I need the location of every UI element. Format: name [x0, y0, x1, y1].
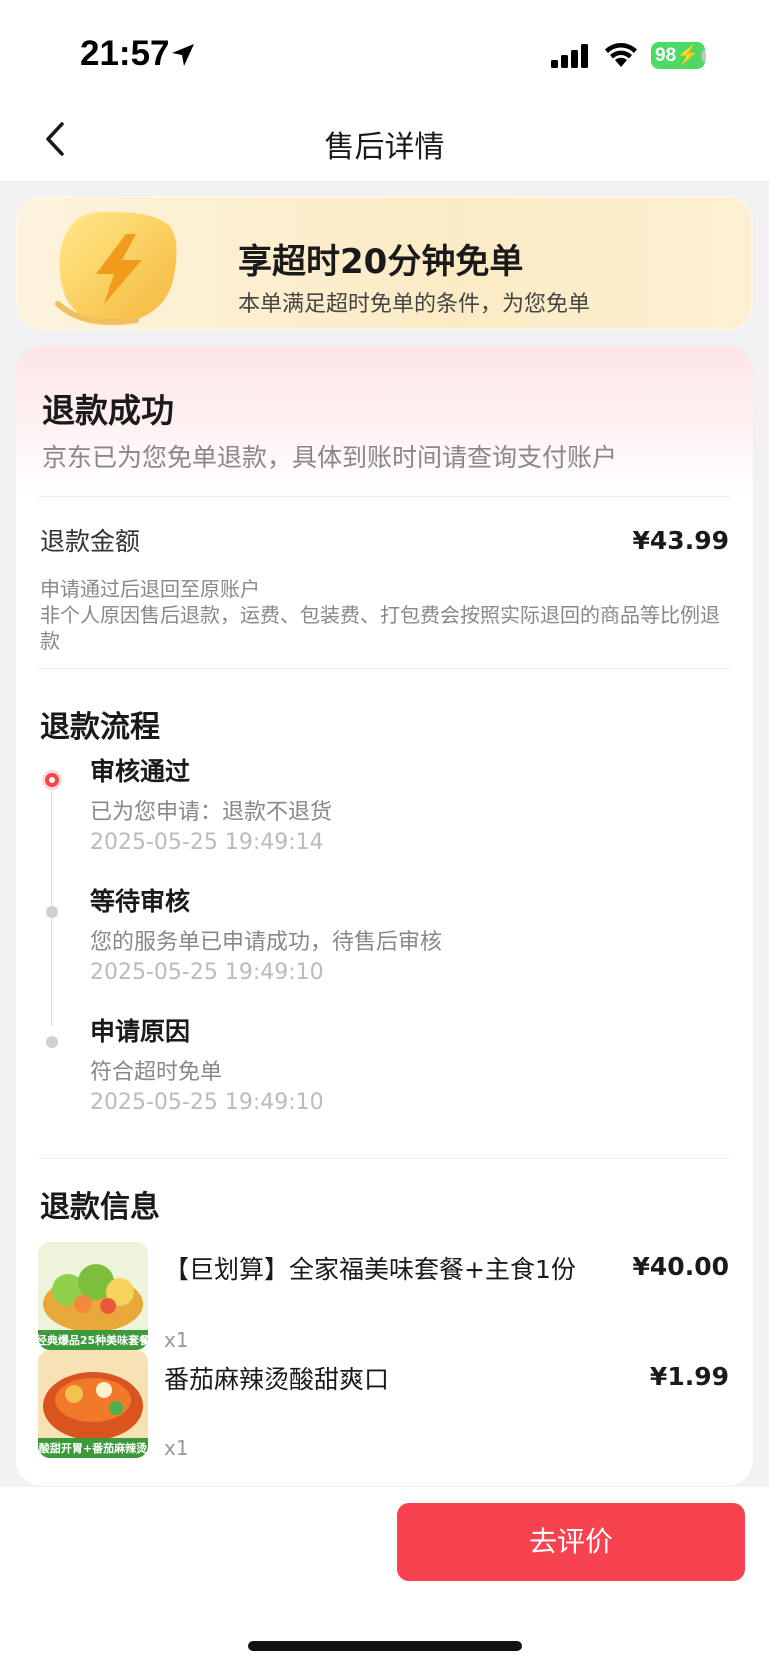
food-image-icon: 酸甜开胃+番茄麻辣烫 [38, 1350, 148, 1458]
product-price: ¥40.00 [632, 1252, 729, 1281]
status-bar: 21:57 98⚡ [0, 0, 769, 100]
signal-icon [551, 44, 588, 68]
refund-card: 退款成功 京东已为您免单退款，具体到账时间请查询支付账户 退款金额 ¥43.99… [16, 346, 753, 1486]
step-time: 2025-05-25 19:49:10 [90, 960, 324, 985]
banner-title: 享超时20分钟免单 [238, 242, 524, 282]
refund-info-title: 退款信息 [40, 1190, 160, 1225]
lightning-badge-icon [55, 211, 177, 325]
product-name[interactable]: 番茄麻辣烫酸甜爽口 [164, 1360, 389, 1396]
step-title: 等待审核 [90, 887, 191, 916]
product-thumbnail[interactable]: 经典爆品25种美味套餐 [38, 1242, 148, 1350]
status-time: 21:57 [80, 34, 170, 73]
step-time: 2025-05-25 19:49:14 [90, 830, 324, 855]
product-price: ¥1.99 [649, 1362, 729, 1391]
banner-subtitle: 本单满足超时免单的条件，为您免单 [238, 292, 591, 317]
refund-note-2: 非个人原因售后退款，运费、包装费、打包费会按照实际退回的商品等比例退款 [40, 603, 720, 653]
product-thumbnail[interactable]: 酸甜开胃+番茄麻辣烫 [38, 1350, 148, 1458]
step-desc: 您的服务单已申请成功，待售后审核 [90, 930, 443, 955]
battery-tip [702, 51, 706, 61]
step-time: 2025-05-25 19:49:10 [90, 1090, 324, 1115]
timeline-dot-active [42, 770, 62, 790]
refund-amount-value: ¥43.99 [632, 526, 729, 555]
battery-level: 98 [655, 45, 677, 66]
timeline-dot [46, 906, 58, 918]
bottom-action-bar: 去评价 [0, 1487, 769, 1665]
refund-amount-label: 退款金额 [40, 527, 141, 556]
step-title: 审核通过 [90, 757, 191, 786]
battery-icon: 98⚡ [651, 42, 705, 69]
refund-note-1: 申请通过后退回至原账户 [40, 577, 260, 601]
refund-status-title: 退款成功 [42, 391, 174, 430]
home-indicator[interactable] [248, 1641, 522, 1651]
nav-bar: 售后详情 [0, 100, 769, 182]
timeline-dot [46, 1036, 58, 1048]
step-title: 申请原因 [90, 1017, 191, 1046]
review-button[interactable]: 去评价 [397, 1503, 745, 1581]
food-image-icon: 经典爆品25种美味套餐 [38, 1242, 148, 1350]
product-quantity: x1 [164, 1436, 189, 1460]
page-title: 售后详情 [324, 130, 445, 165]
product-name[interactable]: 【巨划算】全家福美味套餐+主食1份 [164, 1250, 576, 1286]
free-order-banner: 享超时20分钟免单 本单满足超时免单的条件，为您免单 [16, 196, 753, 330]
divider [38, 496, 731, 497]
thumb-caption: 酸甜开胃+番茄麻辣烫 [39, 1441, 148, 1455]
divider [38, 668, 731, 669]
refund-status-desc: 京东已为您免单退款，具体到账时间请查询支付账户 [42, 443, 618, 472]
thumb-caption: 经典爆品25种美味套餐 [38, 1333, 148, 1347]
step-desc: 符合超时免单 [90, 1060, 223, 1085]
product-quantity: x1 [164, 1328, 189, 1352]
divider [38, 1158, 731, 1159]
step-desc: 已为您申请：退款不退货 [90, 800, 333, 825]
wifi-icon [605, 43, 637, 67]
location-arrow-icon [172, 44, 194, 66]
refund-process-title: 退款流程 [40, 710, 160, 745]
